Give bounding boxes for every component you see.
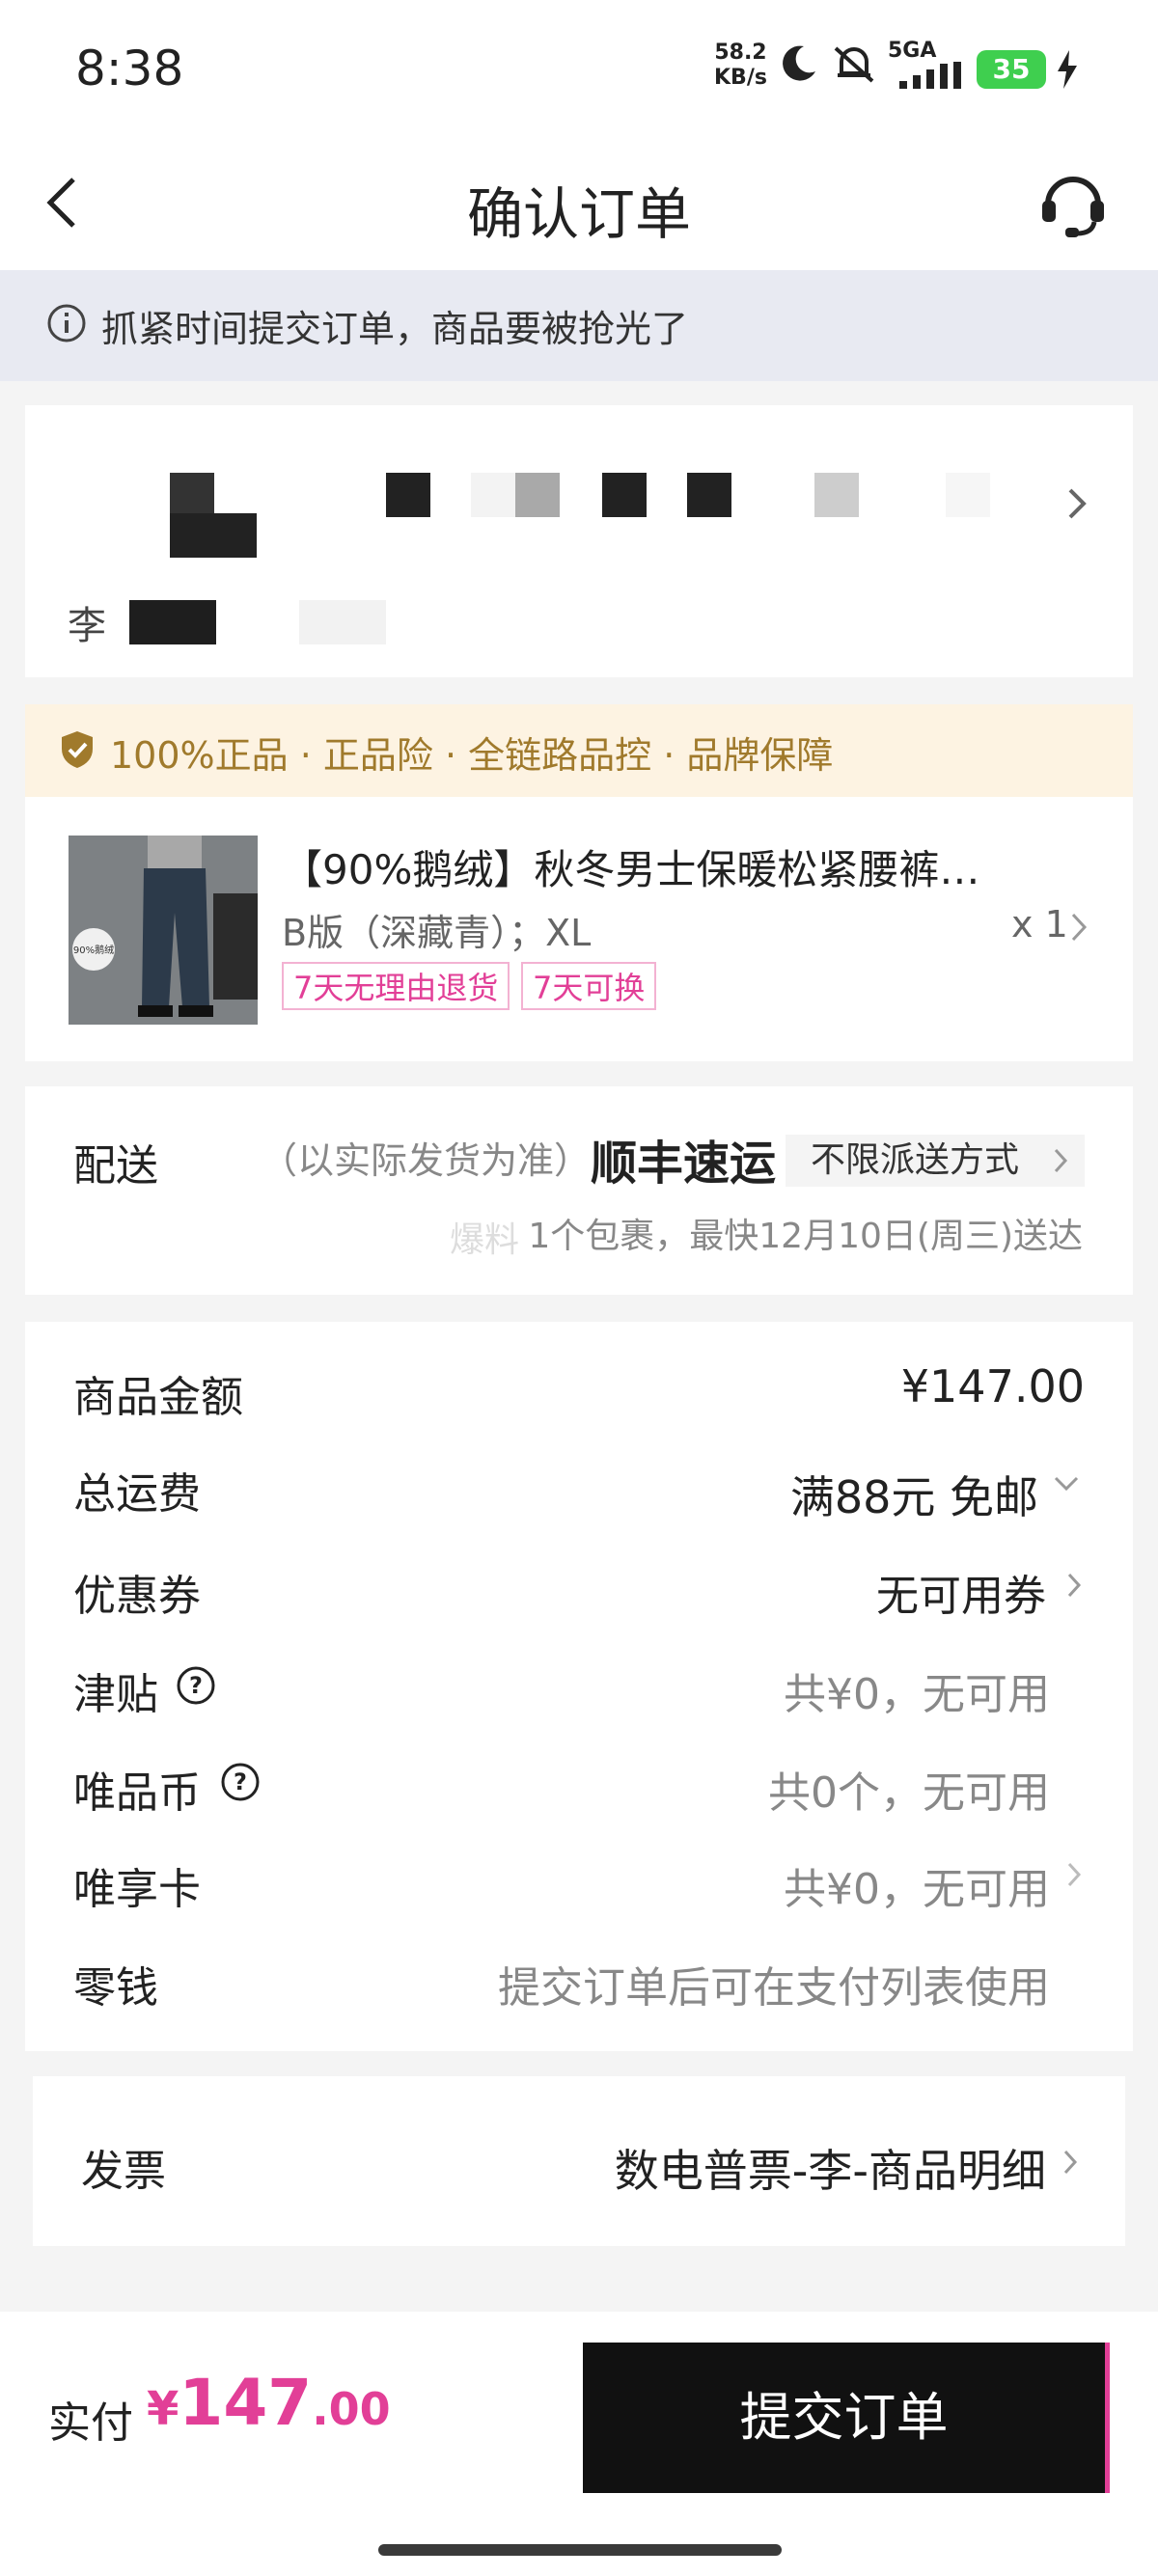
shipping-eta: 1个包裹，最快12月10日(周三)送达 <box>528 1217 1083 1256</box>
shipping-method-selector[interactable]: 不限派送方式 <box>786 1135 1085 1187</box>
coupon-label: 优惠券 <box>73 1572 201 1621</box>
freight-chevron-down-icon[interactable] <box>1052 1474 1081 1494</box>
vip-card-chevron-right-icon[interactable] <box>1065 1860 1083 1889</box>
subsidy-value: 共¥0，无可用 <box>784 1670 1050 1719</box>
charging-icon <box>1058 50 1077 89</box>
address-redacted-area: 李 <box>25 405 1133 677</box>
return-policy-tag: 7天无理由退货 <box>282 962 510 1010</box>
coupon-chevron-right-icon[interactable] <box>1065 1571 1083 1600</box>
shipping-carrier: 顺丰速运 <box>591 1137 777 1191</box>
freight-label: 总运费 <box>73 1469 201 1519</box>
signal-icon <box>899 62 961 89</box>
subsidy-label: 津贴 <box>73 1670 158 1719</box>
pay-amount-decimal: .00 <box>312 2383 391 2435</box>
change-value: 提交订单后可在支付列表使用 <box>498 1963 1050 2013</box>
product-chevron-right-icon[interactable] <box>1069 911 1089 944</box>
vip-card-value[interactable]: 共¥0，无可用 <box>784 1854 1050 1916</box>
moon-icon <box>783 45 815 81</box>
product-title: 【90%鹅绒】秋冬男士保暖松紧腰裤… <box>282 846 980 893</box>
home-indicator[interactable] <box>378 2544 782 2556</box>
product-quantity: x 1 <box>1011 903 1068 945</box>
address-name-prefix: 李 <box>68 604 106 648</box>
coin-label: 唯品币 <box>73 1768 201 1818</box>
freight-value[interactable]: 满88元 免邮 <box>790 1463 1038 1526</box>
pay-label: 实付 <box>48 2398 133 2448</box>
goods-amount-value: ¥147.00 <box>900 1360 1085 1412</box>
pay-amount-integer: 147 <box>179 2366 313 2440</box>
product-image-badge: 90%鹅绒 <box>72 945 115 956</box>
shipping-label: 配送 <box>73 1141 158 1191</box>
vip-card-label: 唯享卡 <box>73 1865 201 1914</box>
network-type: 5GA <box>888 39 937 63</box>
shipping-method-chevron-icon <box>1054 1148 1068 1173</box>
page-title: 确认订单 <box>466 181 691 247</box>
invoice-value[interactable]: 数电普票-李-商品明细 <box>615 2136 1046 2200</box>
info-icon <box>47 304 86 343</box>
customer-service-icon[interactable] <box>1036 166 1110 239</box>
change-label: 零钱 <box>73 1963 158 2013</box>
bell-off-icon <box>834 46 874 83</box>
coin-value: 共0个，无可用 <box>768 1768 1050 1818</box>
status-time: 8:38 <box>75 41 184 96</box>
shipping-method-label: 不限派送方式 <box>811 1140 1020 1180</box>
pay-amount: ¥147.00 <box>147 2366 391 2440</box>
svg-text:?: ? <box>189 1672 203 1699</box>
goods-amount-label: 商品金额 <box>73 1373 243 1422</box>
invoice-label: 发票 <box>81 2147 166 2196</box>
subsidy-help-icon[interactable]: ? <box>176 1665 216 1706</box>
coin-help-icon[interactable]: ? <box>220 1762 261 1802</box>
exchange-policy-tag: 7天可换 <box>521 962 657 1010</box>
product-spec: B版（深藏青）；XL <box>282 912 592 954</box>
address-chevron-right-icon[interactable] <box>1065 484 1089 523</box>
net-speed: 58.2 KB/s <box>714 41 767 90</box>
shipping-note: （以实际发货为准） <box>261 1139 592 1182</box>
shipping-card <box>25 1086 1133 1295</box>
battery-indicator: 35 <box>977 50 1046 89</box>
shield-check-icon <box>62 731 93 768</box>
product-image[interactable]: 90%鹅绒 <box>69 836 258 1025</box>
product-pants-image <box>69 836 258 1025</box>
invoice-chevron-right-icon[interactable] <box>1062 2148 1079 2177</box>
notice-text: 抓紧时间提交订单，商品要被抢光了 <box>101 308 689 350</box>
coupon-value[interactable]: 无可用券 <box>876 1561 1046 1623</box>
submit-order-button[interactable]: 提交订单 <box>583 2343 1110 2493</box>
guarantee-text: 100%正品 · 正品险 · 全链路品控 · 品牌保障 <box>110 734 834 777</box>
pay-currency-symbol: ¥ <box>147 2382 179 2436</box>
svg-text:?: ? <box>234 1768 247 1795</box>
